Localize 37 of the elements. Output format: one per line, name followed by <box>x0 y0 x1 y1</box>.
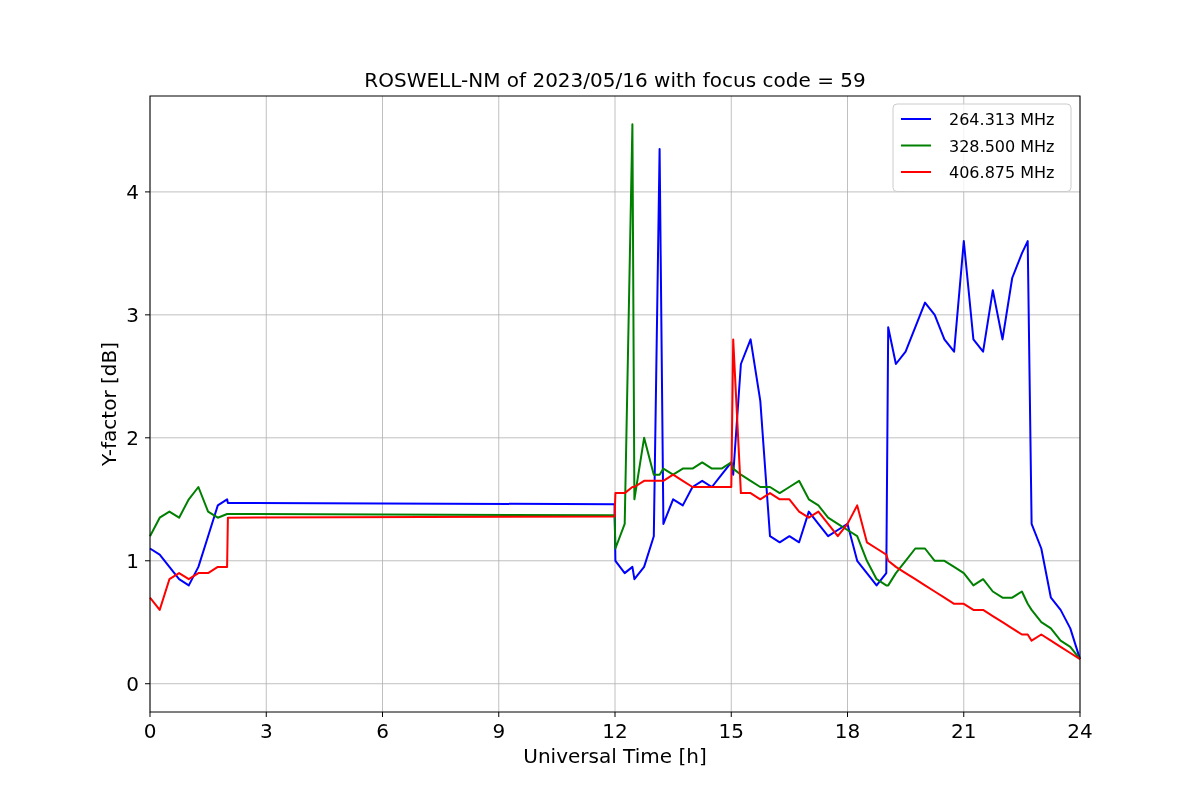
y-axis-label: Y-factor [dB] <box>97 342 121 466</box>
tick-mark <box>614 711 616 718</box>
y-tick-label: 3 <box>126 302 139 327</box>
tick-mark <box>382 711 383 718</box>
tick-mark <box>144 437 151 439</box>
tick-mark <box>144 560 151 562</box>
tick-mark <box>144 683 151 685</box>
tick-mark <box>1079 711 1081 718</box>
x-tick-label: 6 <box>376 719 389 743</box>
y-tick-label: 2 <box>126 425 139 450</box>
x-axis-label: Universal Time [h] <box>523 744 707 768</box>
x-tick-label: 0 <box>143 719 157 743</box>
x-tick-label: 18 <box>834 719 861 743</box>
x-tick-label: 12 <box>602 719 628 743</box>
legend-label: 406.875 MHz <box>949 163 1055 182</box>
legend-line-icon <box>900 144 932 147</box>
legend-line-icon <box>900 118 932 120</box>
tick-mark <box>149 711 151 718</box>
x-tick-label: 3 <box>259 719 273 743</box>
tick-mark <box>144 191 151 193</box>
tick-mark <box>847 711 848 718</box>
x-tick-label: 9 <box>492 719 506 743</box>
x-tick-label: 24 <box>1067 719 1093 743</box>
tick-mark <box>144 314 151 316</box>
y-tick-label: 4 <box>126 179 139 204</box>
x-tick-label: 15 <box>718 719 744 743</box>
y-tick-label: 0 <box>126 671 139 696</box>
tick-mark <box>963 711 965 718</box>
y-tick-label: 1 <box>126 548 139 573</box>
legend-line-icon <box>900 171 932 173</box>
tick-mark <box>265 711 267 718</box>
tick-mark <box>498 711 500 718</box>
tick-mark <box>730 711 732 718</box>
legend-label: 264.313 MHz <box>949 110 1055 129</box>
x-tick-label: 21 <box>951 719 977 743</box>
chart-title: ROSWELL-NM of 2023/05/16 with focus code = 59 <box>364 68 866 92</box>
legend-label: 328.500 MHz <box>949 136 1055 156</box>
